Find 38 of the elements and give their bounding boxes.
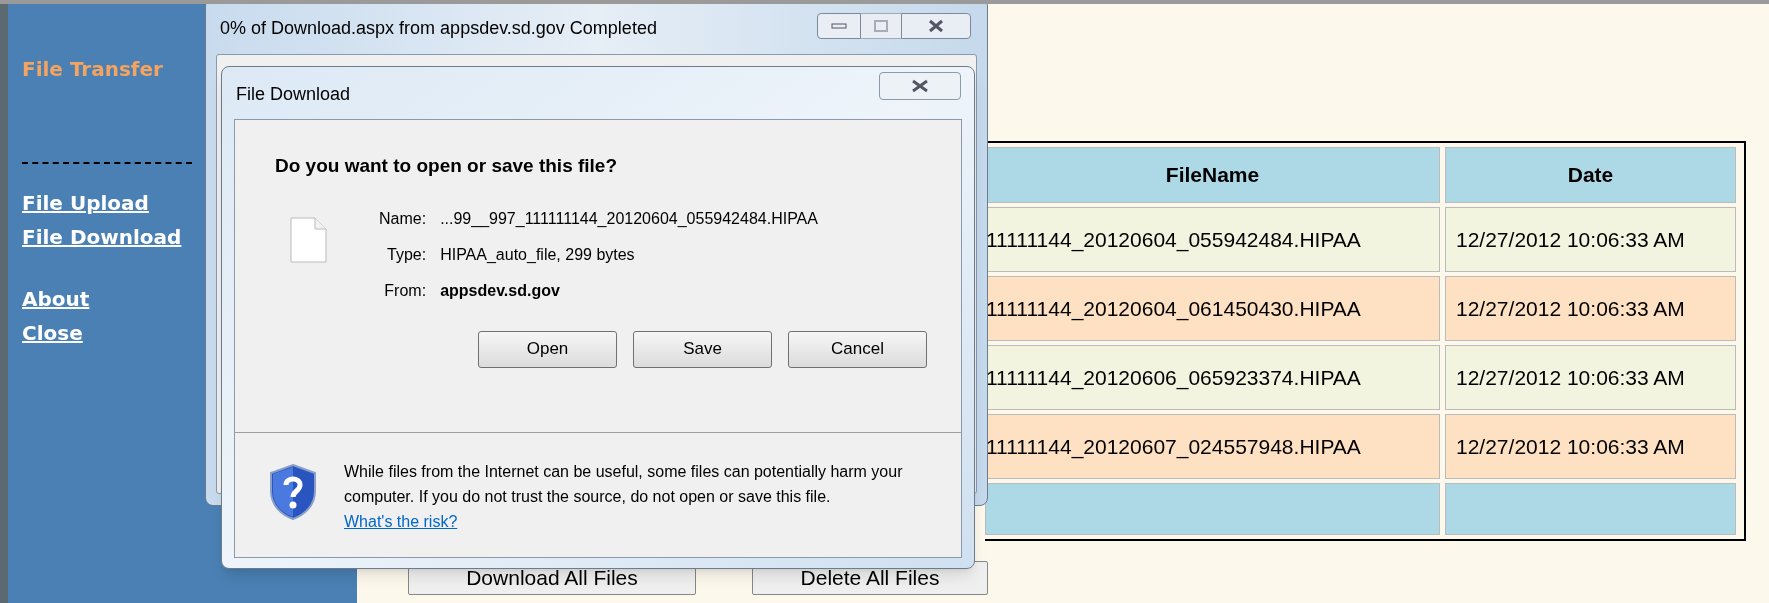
- dialog-title: File Download: [235, 83, 351, 106]
- warning-text: While files from the Internet can be useful, some files can potentially harm your computer. If you do not trust the source, do not open or save this file. What's the risk?: [344, 462, 904, 532]
- nav-link[interactable]: File Upload: [22, 186, 149, 220]
- maximize-icon: [874, 19, 888, 32]
- close-icon: [911, 79, 929, 93]
- field-value: ...99__997_111111144_20120604_055942484.HIPAA: [440, 208, 818, 230]
- shield-question-icon: [268, 463, 318, 521]
- dialog-button[interactable]: Cancel: [788, 330, 927, 368]
- close-button[interactable]: [901, 12, 971, 39]
- dialog-button[interactable]: Open: [478, 330, 617, 368]
- close-icon: [928, 18, 944, 33]
- table-cell: 12/27/2012 10:06:33 AM: [1445, 414, 1736, 479]
- field-label: Type:: [386, 244, 427, 265]
- minimize-icon: [831, 22, 847, 29]
- close-button[interactable]: [879, 72, 961, 100]
- field-value: HIPAA_auto_file, 299 bytes: [440, 244, 636, 265]
- nav-link[interactable]: About: [22, 282, 90, 316]
- minimize-button[interactable]: [817, 12, 861, 39]
- table-cell: 11111144_20120604_055942484.HIPAA: [985, 207, 1440, 272]
- app-title: File Transfer: [22, 56, 164, 83]
- table-cell: 12/27/2012 10:06:33 AM: [1445, 345, 1736, 410]
- table-cell: 11111144_20120606_065923374.HIPAA: [985, 345, 1440, 410]
- table-cell: 11111144_20120607_024557948.HIPAA: [985, 414, 1440, 479]
- file-icon: [289, 216, 327, 263]
- table-cell: 12/27/2012 10:06:33 AM: [1445, 207, 1736, 272]
- column-header: Date: [1445, 147, 1736, 203]
- dialog-button[interactable]: Save: [633, 330, 772, 368]
- table-cell: 12/27/2012 10:06:33 AM: [1445, 276, 1736, 341]
- risk-link[interactable]: What's the risk?: [344, 513, 458, 530]
- field-label: Name:: [379, 208, 427, 229]
- nav-link[interactable]: Close: [22, 316, 83, 350]
- table-cell: 11111144_20120604_061450430.HIPAA: [985, 276, 1440, 341]
- dialog-question: Do you want to open or save this file?: [275, 154, 619, 178]
- nav-link[interactable]: File Download: [22, 220, 182, 254]
- field-label: From:: [383, 280, 427, 301]
- column-header: FileName: [985, 147, 1440, 203]
- window-title: 0% of Download.aspx from appsdev.sd.gov Completed: [219, 17, 657, 40]
- field-value: appsdev.sd.gov: [440, 280, 561, 301]
